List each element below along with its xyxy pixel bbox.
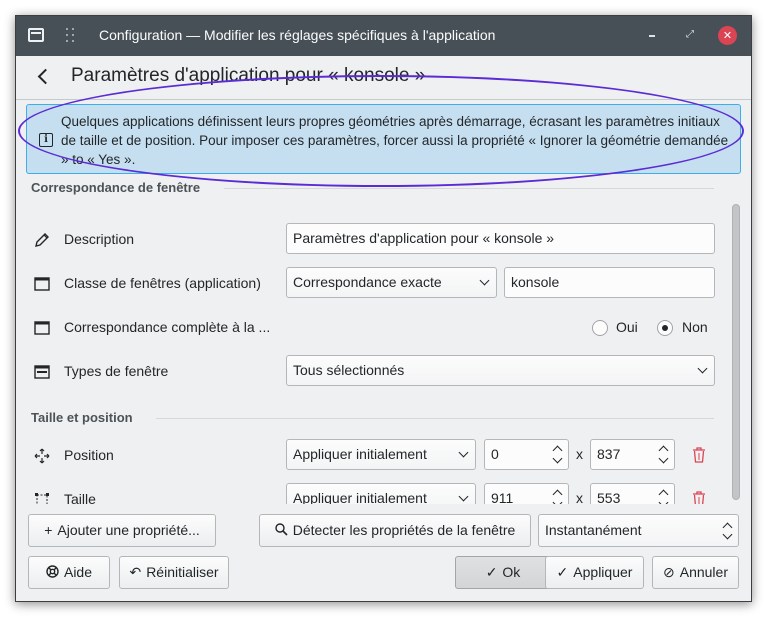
radio-yes[interactable] — [592, 320, 608, 336]
spin-down-icon[interactable] — [552, 453, 563, 464]
check-icon: ✓ — [556, 564, 569, 580]
description-input[interactable]: Paramètres d'application pour « konsole … — [286, 223, 715, 254]
apply-label: Appliquer — [573, 564, 633, 580]
size-separator: x — [576, 490, 583, 504]
size-policy-value: Appliquer initialement — [293, 490, 427, 504]
size-height-spinbox[interactable]: 553 — [590, 483, 675, 504]
window-class-label: Classe de fenêtres (application) — [64, 275, 261, 291]
detect-properties-label: Détecter les propriétés de la fenêtre — [292, 522, 516, 538]
apply-button[interactable]: ✓ Appliquer — [545, 556, 644, 589]
window-title: Configuration — Modifier les réglages sp… — [99, 27, 496, 43]
position-policy-combo[interactable]: Appliquer initialement — [286, 439, 476, 470]
window-class-match-value: Correspondance exacte — [293, 274, 442, 290]
cancel-button[interactable]: ⊘ Annuler — [652, 556, 739, 589]
position-y-value: 837 — [597, 446, 621, 462]
chevron-down-icon — [479, 275, 490, 286]
page-header: Paramètres d'application pour « konsole … — [16, 56, 751, 100]
move-icon — [34, 448, 50, 464]
trash-icon[interactable] — [692, 447, 706, 463]
position-x-spinbox[interactable]: 0 — [484, 439, 569, 470]
window-class-match-combo[interactable]: Correspondance exacte — [286, 267, 497, 298]
position-label: Position — [64, 447, 114, 463]
detect-properties-button[interactable]: Détecter les propriétés de la fenêtre — [259, 514, 531, 547]
size-width-spinbox[interactable]: 911 — [484, 483, 569, 504]
position-y-spinbox[interactable]: 837 — [590, 439, 675, 470]
window-types-label: Types de fenêtre — [64, 363, 169, 379]
maximize-icon[interactable]: ⤢ — [684, 29, 696, 41]
properties-list: Correspondance de fenêtre Description Pa… — [16, 178, 751, 504]
back-arrow-icon[interactable] — [36, 66, 52, 86]
spin-down-icon[interactable] — [552, 497, 563, 504]
position-policy-value: Appliquer initialement — [293, 446, 427, 462]
position-x-value: 0 — [491, 446, 499, 462]
help-button[interactable]: Aide — [28, 556, 110, 589]
cancel-icon: ⊘ — [663, 564, 675, 580]
ok-button[interactable]: ✓ Ok — [455, 556, 551, 589]
detect-delay-combo[interactable]: Instantanément — [538, 514, 739, 547]
window-types-value: Tous sélectionnés — [293, 362, 405, 378]
close-icon[interactable]: ✕ — [718, 26, 737, 45]
spin-down-icon — [722, 529, 733, 540]
check-icon: ✓ — [485, 564, 498, 580]
reset-button[interactable]: ↶ Réinitialiser — [119, 556, 229, 589]
add-property-label: Ajouter une propriété... — [57, 522, 200, 538]
size-label: Taille — [64, 491, 96, 504]
scrollbar[interactable] — [732, 204, 740, 500]
radio-yes-label: Oui — [616, 319, 638, 335]
window-types-combo[interactable]: Tous sélectionnés — [286, 355, 715, 386]
size-width-value: 911 — [491, 490, 514, 504]
resize-icon — [34, 492, 50, 504]
undo-icon: ↶ — [129, 564, 142, 580]
window-class-input[interactable]: konsole — [504, 267, 715, 298]
minimize-icon[interactable] — [649, 35, 655, 37]
radio-no[interactable] — [657, 320, 673, 336]
position-separator: x — [576, 446, 583, 462]
trash-icon[interactable] — [692, 491, 706, 504]
window-icon — [34, 320, 50, 336]
help-icon — [46, 557, 59, 588]
config-window: Configuration — Modifier les réglages sp… — [15, 15, 752, 602]
ok-label: Ok — [502, 564, 521, 580]
description-label: Description — [64, 231, 135, 247]
window-icon — [34, 276, 50, 292]
detect-delay-value: Instantanément — [545, 522, 642, 538]
chevron-down-icon — [458, 447, 469, 458]
chevron-down-icon — [697, 363, 708, 374]
plus-icon: + — [44, 522, 53, 538]
info-text: Quelques applications définissent leurs … — [61, 114, 729, 167]
reset-label: Réinitialiser — [146, 564, 219, 580]
spin-down-icon[interactable] — [658, 453, 669, 464]
spin-down-icon[interactable] — [658, 497, 669, 504]
info-message: i Quelques applications définissent leur… — [26, 104, 741, 174]
section-size-position: Taille et position — [31, 410, 133, 425]
whole-class-label: Correspondance complète à la ... — [64, 319, 271, 335]
chevron-down-icon — [458, 491, 469, 502]
pin-icon[interactable] — [66, 28, 80, 42]
help-label: Aide — [63, 564, 93, 580]
section-divider — [224, 188, 714, 189]
cancel-label: Annuler — [679, 564, 728, 580]
size-height-value: 553 — [597, 490, 621, 504]
title-bar: Configuration — Modifier les réglages sp… — [16, 16, 751, 56]
scrollbar-thumb[interactable] — [732, 204, 740, 500]
size-policy-combo[interactable]: Appliquer initialement — [286, 483, 476, 504]
info-icon: i — [39, 133, 53, 147]
pencil-icon — [34, 232, 50, 248]
radio-no-label: Non — [682, 319, 708, 335]
search-icon — [275, 515, 288, 546]
section-window-match: Correspondance de fenêtre — [31, 180, 201, 195]
section-divider — [156, 418, 714, 419]
page-title: Paramètres d'application pour « konsole … — [71, 65, 426, 86]
window-list-icon — [34, 364, 50, 380]
window-icon[interactable] — [28, 28, 44, 42]
add-property-button[interactable]: + Ajouter une propriété... — [28, 514, 216, 547]
